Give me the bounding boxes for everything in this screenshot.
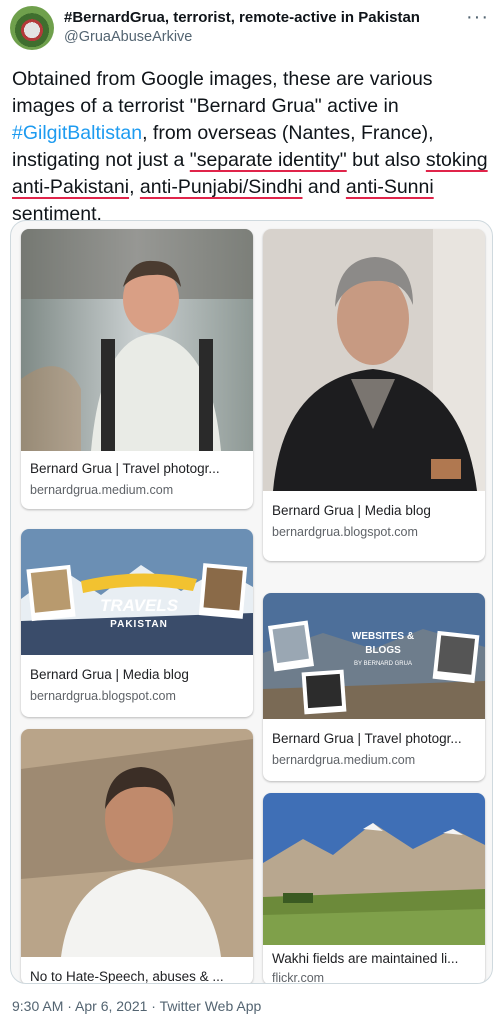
- result-card[interactable]: WEBSITES & BLOGS BY BERNARD GRUA Bernard…: [263, 593, 485, 781]
- result-card[interactable]: Wakhi fields are maintained li... flickr…: [263, 793, 485, 983]
- result-photo-websites-banner: WEBSITES & BLOGS BY BERNARD GRUA: [263, 593, 485, 719]
- text-part: ,: [129, 176, 140, 198]
- underlined-phrase: anti-Sunni: [345, 176, 434, 198]
- tweet-header: #BernardGrua, terrorist, remote-active i…: [10, 6, 493, 52]
- user-handle[interactable]: @GruaAbuseArkive: [64, 29, 192, 45]
- banner-line2: BLOGS: [365, 645, 401, 656]
- more-icon[interactable]: ···: [466, 6, 489, 29]
- display-name[interactable]: #BernardGrua, terrorist, remote-active i…: [64, 9, 420, 26]
- result-caption[interactable]: Bernard Grua | Media blog: [272, 503, 476, 518]
- banner-subtitle: PAKISTAN: [110, 619, 168, 630]
- result-photo-portrait-waterfall: [21, 229, 253, 451]
- result-source[interactable]: bernardgrua.blogspot.com: [30, 689, 176, 703]
- text-part: and: [302, 176, 346, 198]
- result-photo-portrait-white-shirt: [21, 729, 253, 957]
- result-source[interactable]: bernardgrua.blogspot.com: [272, 525, 418, 539]
- underlined-phrase: anti-Punjabi/Sindhi: [139, 176, 303, 198]
- banner-line1: WEBSITES &: [352, 631, 414, 642]
- result-source[interactable]: flickr.com: [272, 971, 324, 983]
- result-caption[interactable]: Bernard Grua | Travel photogr...: [30, 461, 244, 476]
- result-card[interactable]: Bernard Grua | Media blog bernardgrua.bl…: [263, 229, 485, 561]
- attached-image[interactable]: Bernard Grua | Travel photogr... bernard…: [10, 220, 493, 984]
- result-source[interactable]: bernardgrua.medium.com: [272, 753, 415, 767]
- result-caption[interactable]: Bernard Grua | Travel photogr...: [272, 731, 476, 746]
- underlined-phrase: "separate identity": [189, 149, 347, 171]
- text-part: but also: [346, 149, 426, 171]
- result-card[interactable]: TRAVELS PAKISTAN Bernard Grua | Media bl…: [21, 529, 253, 717]
- result-source[interactable]: bernardgrua.medium.com: [30, 483, 173, 497]
- result-caption[interactable]: Bernard Grua | Media blog: [30, 667, 244, 682]
- result-caption[interactable]: No to Hate-Speech, abuses & ...: [30, 969, 244, 983]
- result-photo-portrait-jacket: [263, 229, 485, 491]
- banner-byline: BY BERNARD GRUA: [354, 661, 412, 667]
- avatar[interactable]: [10, 6, 54, 50]
- tweet-timestamp[interactable]: 9:30 AM · Apr 6, 2021 · Twitter Web App: [12, 998, 261, 1014]
- result-photo-landscape-fields: [263, 793, 485, 945]
- result-card[interactable]: No to Hate-Speech, abuses & ...: [21, 729, 253, 983]
- result-photo-travels-banner: TRAVELS PAKISTAN: [21, 529, 253, 655]
- text-part: Obtained from Google images, these are v…: [12, 68, 433, 117]
- tweet-text: Obtained from Google images, these are v…: [12, 66, 492, 228]
- banner-title: TRAVELS: [100, 596, 179, 615]
- result-caption[interactable]: Wakhi fields are maintained li...: [272, 951, 476, 966]
- result-card[interactable]: Bernard Grua | Travel photogr... bernard…: [21, 229, 253, 509]
- hashtag-link[interactable]: #GilgitBaltistan: [12, 122, 142, 144]
